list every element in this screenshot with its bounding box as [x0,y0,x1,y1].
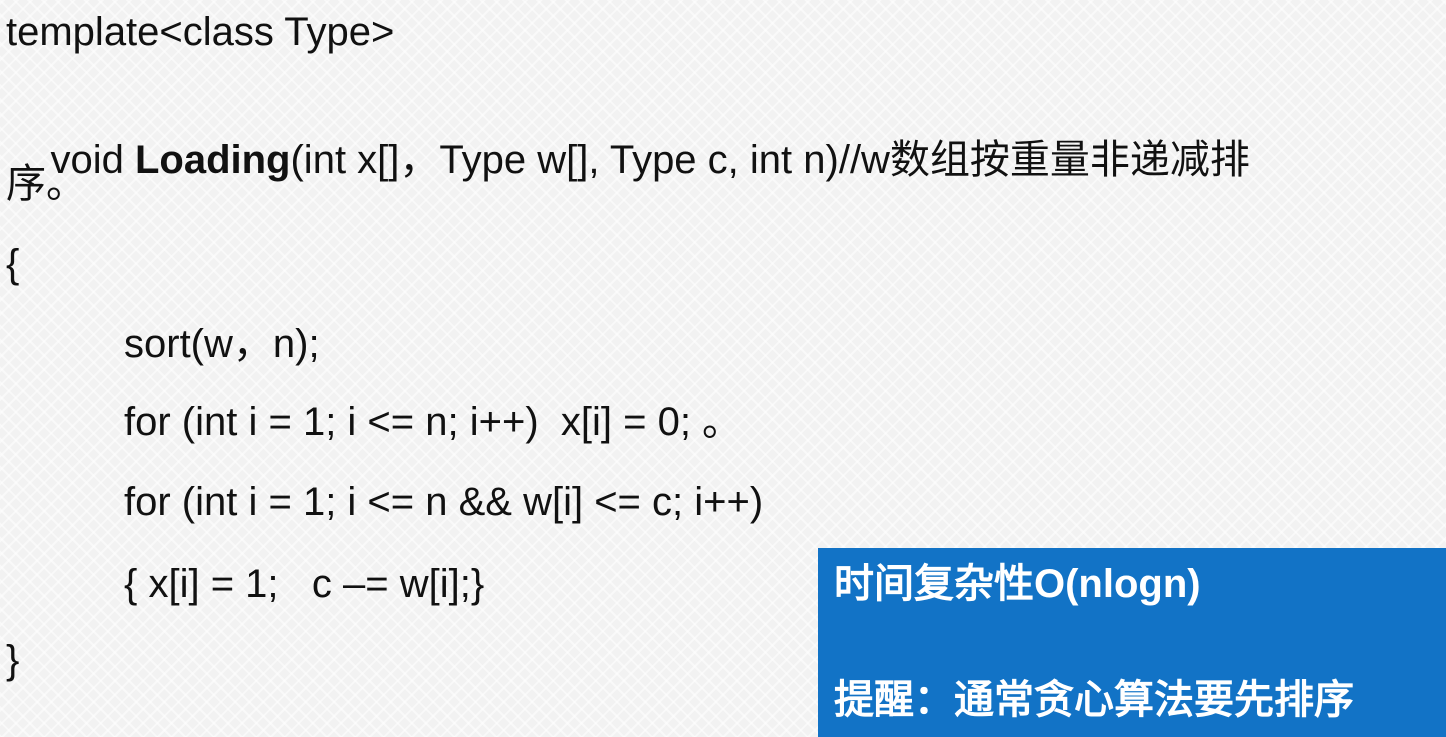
code-line-sort: sort(w，n); [124,322,320,366]
signature-rest: (int x[]，Type w[], Type c, int n)//w数组按重… [290,138,1250,182]
code-line-signature: void Loading(int x[]，Type w[], Type c, i… [6,88,1250,232]
complexity-text: 时间复杂性O(nlogn) [834,562,1201,606]
slide-canvas: template<class Type> void Loading(int x[… [0,0,1446,737]
function-name: Loading [134,138,291,182]
complexity-note-box: 时间复杂性O(nlogn) 提醒：通常贪心算法要先排序 [818,548,1446,737]
code-open-brace: { [6,242,20,286]
code-line-loop-body: { x[i] = 1; c –= w[i];} [124,562,485,606]
code-line-template: template<class Type> [6,10,395,54]
code-line-for-init: for (int i = 1; i <= n; i++) x[i] = 0; 。 [124,400,743,444]
code-close-brace: } [6,638,20,682]
code-line-signature-wrap: 序。 [6,162,86,206]
code-line-for-load: for (int i = 1; i <= n && w[i] <= c; i++… [124,480,764,524]
reminder-text: 提醒：通常贪心算法要先排序 [834,678,1354,722]
